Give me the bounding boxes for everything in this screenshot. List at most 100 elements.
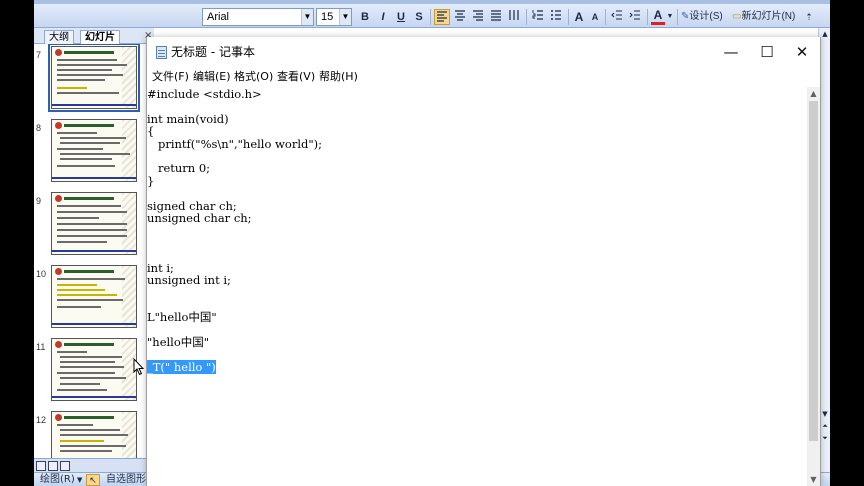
slide-preview <box>51 265 137 328</box>
font-size-select[interactable]: 15 ▼ <box>316 8 352 26</box>
slide-decoration <box>122 120 136 181</box>
tab-slides[interactable]: 幻灯片 <box>80 30 120 44</box>
decrease-indent-button[interactable] <box>609 9 625 25</box>
increase-indent-button[interactable] <box>627 9 643 25</box>
slide-footer <box>52 323 136 325</box>
toolbar-separator <box>677 9 678 25</box>
line-text: int main(void) <box>147 111 229 126</box>
menu-help[interactable]: 帮助(H) <box>319 69 358 85</box>
minimize-button[interactable]: — <box>713 37 749 67</box>
text-line: unsigned char ch; <box>147 211 252 225</box>
distribute-button[interactable] <box>506 9 522 25</box>
font-color-button[interactable]: A <box>651 9 665 25</box>
menu-format[interactable]: 格式(O) <box>234 69 273 85</box>
toolbar-separator <box>430 9 431 25</box>
close-button[interactable]: ✕ <box>784 37 820 67</box>
slide-preview <box>51 338 137 401</box>
scroll-down-icon[interactable]: ▼ <box>807 473 820 486</box>
bullet-list-icon <box>551 10 561 20</box>
align-center-button[interactable] <box>452 9 468 25</box>
mouse-cursor-icon <box>133 358 145 376</box>
grow-font-button[interactable]: A <box>572 9 586 25</box>
slide-text-line <box>57 132 97 134</box>
slide-text-line <box>60 440 104 442</box>
slide-text-line <box>60 434 128 436</box>
slide-text-line <box>57 74 123 76</box>
slide-text-line <box>57 92 119 94</box>
slide-text-line <box>57 241 107 243</box>
draw-menu-button[interactable]: 绘图(R) ▼ <box>40 474 82 486</box>
bullets-button[interactable] <box>548 9 564 25</box>
justify-button[interactable] <box>488 9 504 25</box>
select-objects-icon[interactable]: ↖ <box>86 474 100 486</box>
slide-text-line <box>57 165 115 167</box>
bullet-icon <box>55 122 62 129</box>
slide-text-line <box>57 351 87 353</box>
slide-thumbnail[interactable]: 8 <box>34 117 146 183</box>
bullet-icon <box>55 49 62 56</box>
bullet-icon <box>55 414 62 421</box>
scroll-up-icon[interactable]: ▲ <box>807 87 820 100</box>
slide-thumbnail[interactable]: 7 <box>34 44 146 112</box>
menu-edit[interactable]: 编辑(E) <box>193 69 231 85</box>
align-right-button[interactable] <box>470 9 486 25</box>
slide-text-line <box>57 211 127 213</box>
slide-title-bar <box>55 341 133 348</box>
chevron-down-icon[interactable]: ▼ <box>666 9 674 25</box>
slide-title-text <box>64 51 114 54</box>
slide-text-line <box>57 389 107 391</box>
numbered-list-icon <box>532 10 543 20</box>
font-name-select[interactable]: Arial ▼ <box>202 8 314 26</box>
new-slide-label: 新幻灯片(N) <box>741 11 796 22</box>
normal-view-icon[interactable] <box>36 461 46 471</box>
numbering-button[interactable] <box>530 9 546 25</box>
autoshapes-button[interactable]: 自选图形 <box>106 474 146 486</box>
align-left-button[interactable] <box>434 9 450 25</box>
align-right-icon <box>473 10 483 21</box>
maximize-button[interactable]: ☐ <box>749 37 785 67</box>
underline-button[interactable]: U <box>394 9 408 25</box>
slide-text-line <box>57 59 117 61</box>
toolbar-options-icon[interactable]: ⇡ <box>804 9 814 25</box>
scrollbar-thumb[interactable] <box>809 101 818 441</box>
slideshow-icon[interactable] <box>60 461 70 471</box>
chevron-down-icon[interactable]: ▼ <box>301 9 313 25</box>
tab-outline[interactable]: 大纲 <box>44 30 74 44</box>
shadow-button[interactable]: S <box>412 9 426 25</box>
slide-sorter-icon[interactable] <box>48 461 58 471</box>
line-text: #include <stdio.h> <box>147 87 262 101</box>
slide-text-line <box>57 278 125 280</box>
slide-title-text <box>64 416 114 419</box>
line-text: unsigned int i; <box>147 273 231 287</box>
slide-thumbnail[interactable]: 9 <box>34 190 146 256</box>
outdent-icon <box>611 10 622 20</box>
design-button[interactable]: ✎设计(S) <box>681 9 729 25</box>
text-editor[interactable]: #include <stdio.h> int main(void){ printf… <box>147 87 807 486</box>
slide-thumbnail[interactable]: 11 <box>34 336 146 402</box>
vertical-scrollbar[interactable]: ▲ ▼ <box>807 87 820 486</box>
slide-text-line <box>57 284 97 286</box>
slide-preview <box>51 119 137 182</box>
new-slide-button[interactable]: ▭新幻灯片(N) <box>732 9 800 25</box>
line-text: unsigned char ch; <box>147 211 252 225</box>
menu-file[interactable]: 文件(F) <box>152 69 189 85</box>
title-bar[interactable]: 无标题 - 记事本 — ☐ ✕ <box>147 37 820 67</box>
text-line: "hello中国" <box>147 335 209 349</box>
slide-number: 9 <box>36 196 42 206</box>
slide-thumbnail[interactable]: 12 <box>34 409 146 458</box>
design-label: 设计(S) <box>689 11 723 22</box>
slide-thumbnail[interactable]: 10 <box>34 263 146 329</box>
line-text: return 0; <box>147 161 211 176</box>
slide-text-line <box>57 148 103 150</box>
slide-title-bar <box>55 414 133 421</box>
shrink-font-button[interactable]: A <box>589 9 601 25</box>
chevron-down-icon[interactable]: ▼ <box>339 9 351 25</box>
slide-text-line <box>60 158 112 160</box>
italic-button[interactable]: I <box>376 9 390 25</box>
menu-view[interactable]: 查看(V) <box>277 69 315 85</box>
slide-text-line <box>60 142 120 144</box>
slide-text-line <box>57 79 105 81</box>
slide-preview <box>48 44 140 112</box>
bold-button[interactable]: B <box>358 9 372 25</box>
text-line: return 0; <box>147 161 210 175</box>
